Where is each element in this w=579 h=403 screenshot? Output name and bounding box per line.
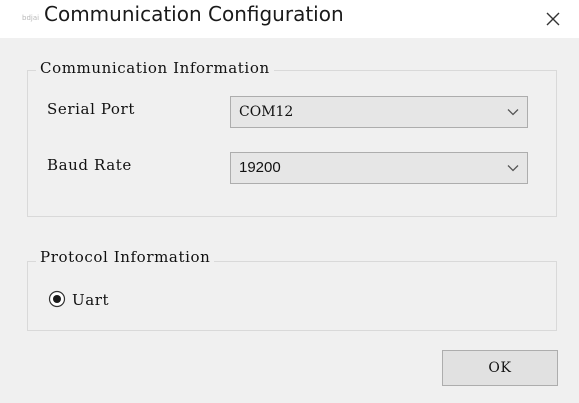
radio-selected-icon	[53, 295, 61, 303]
app-icon: bdjai	[22, 14, 40, 22]
title-bar: bdjai Communication Configuration	[0, 0, 579, 38]
baud-rate-value: 19200	[239, 159, 281, 176]
baud-rate-select[interactable]: 19200	[230, 152, 528, 184]
ok-button[interactable]: OK	[442, 350, 558, 386]
close-icon	[546, 12, 560, 26]
chevron-down-icon	[507, 109, 519, 116]
communication-configuration-dialog: bdjai Communication Configuration Commun…	[0, 0, 579, 403]
baud-rate-label: Baud Rate	[47, 156, 132, 174]
communication-information-label: Communication Information	[36, 59, 274, 77]
serial-port-value: COM12	[239, 104, 294, 120]
uart-radio-button[interactable]	[48, 290, 66, 308]
serial-port-select[interactable]: COM12	[230, 96, 528, 128]
close-button[interactable]	[527, 0, 579, 38]
window-title: Communication Configuration	[44, 2, 344, 26]
chevron-down-icon	[507, 165, 519, 172]
communication-information-group	[27, 70, 557, 217]
serial-port-label: Serial Port	[47, 100, 135, 118]
uart-radio-label: Uart	[72, 291, 110, 309]
protocol-information-label: Protocol Information	[36, 248, 215, 266]
